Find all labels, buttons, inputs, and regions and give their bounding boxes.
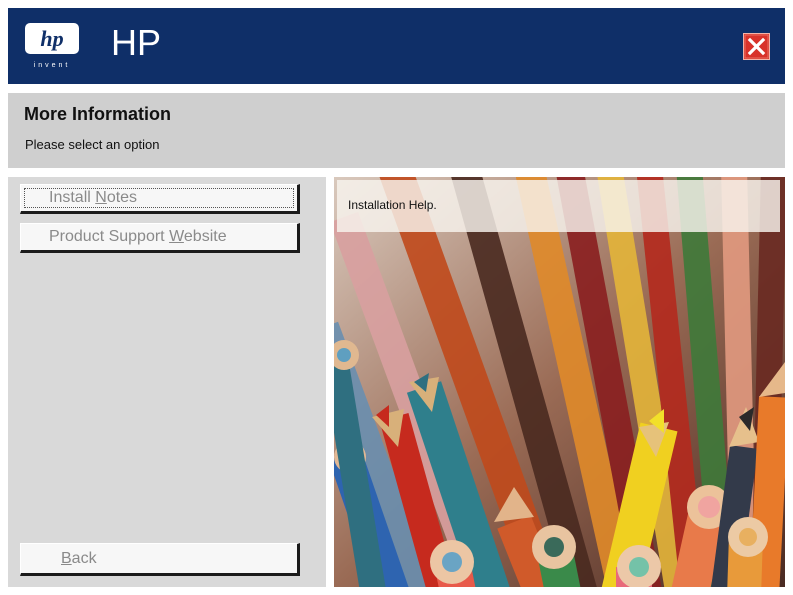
- help-caption-box: Installation Help.: [337, 180, 780, 232]
- page-title: More Information: [24, 104, 171, 124]
- hp-logo: hp invent: [25, 23, 79, 69]
- colored-pencils-image: [334, 177, 785, 587]
- page-subtitle: Please select an option: [25, 137, 160, 152]
- help-caption: Installation Help.: [348, 198, 437, 212]
- product-support-website-button[interactable]: Product Support Website: [20, 223, 300, 253]
- close-icon: [743, 33, 770, 60]
- product-support-website-label: Product Support Website: [49, 228, 227, 245]
- svg-text:invent: invent: [34, 62, 71, 69]
- options-pane: Install Notes Product Support Website Ba…: [8, 177, 326, 587]
- svg-text:hp: hp: [40, 26, 63, 51]
- back-label: Back: [61, 549, 97, 567]
- back-button[interactable]: Back: [20, 543, 300, 576]
- install-notes-button[interactable]: Install Notes: [20, 184, 300, 214]
- brand-title: HP: [111, 22, 162, 63]
- title-bar: hp invent HP: [8, 8, 785, 84]
- preview-panel: Installation Help.: [334, 177, 785, 587]
- info-bar: More Information Please select an option: [8, 93, 785, 168]
- install-notes-label: Install Notes: [49, 189, 138, 206]
- close-button[interactable]: [743, 33, 770, 60]
